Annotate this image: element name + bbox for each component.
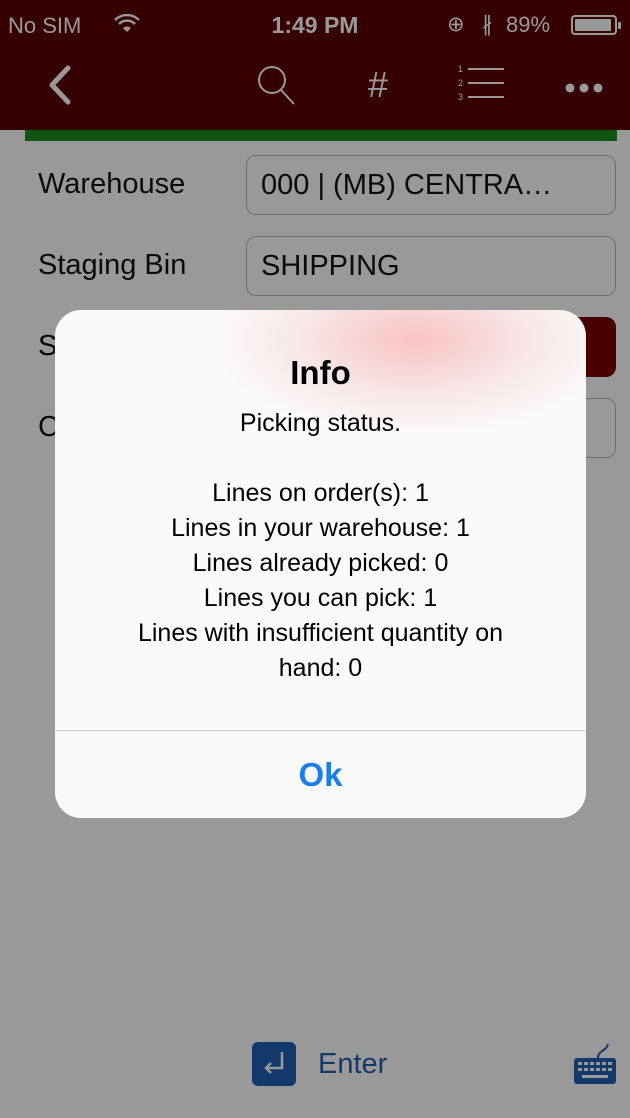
alert-line: hand: 0 [278, 654, 363, 682]
alert-title: Info [290, 354, 351, 391]
alert-line: Lines in your warehouse: 1 [171, 514, 470, 542]
alert-line: Lines on order(s): 1 [212, 479, 429, 507]
alert-line: Picking status. [239, 409, 402, 437]
alert-line: Lines already picked: 0 [192, 549, 449, 577]
info-alert-dialog: Info Picking status. Lines on order(s): … [55, 310, 586, 818]
alert-line: Lines with insufficient quantity on [137, 619, 504, 647]
ok-button[interactable]: Ok [55, 731, 586, 818]
alert-line [75, 441, 566, 476]
alert-message: Picking status. Lines on order(s): 1 Lin… [75, 406, 566, 686]
alert-line: Lines you can pick: 1 [203, 584, 438, 612]
